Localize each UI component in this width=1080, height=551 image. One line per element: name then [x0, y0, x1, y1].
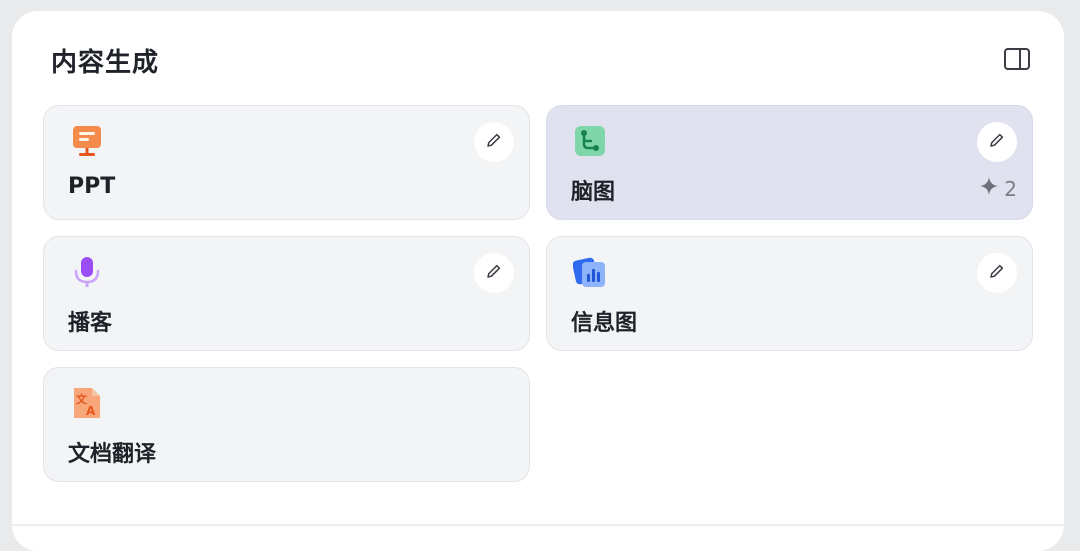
card-label: 信息图: [571, 311, 638, 336]
edit-button[interactable]: [977, 253, 1017, 293]
edit-button[interactable]: [474, 253, 514, 293]
divider: [12, 524, 1064, 526]
badge-count: 2: [1004, 176, 1017, 201]
panel-title: 内容生成: [51, 48, 160, 78]
card-label: PPT: [68, 174, 116, 199]
sparkle-icon: [979, 176, 999, 201]
mindmap-icon: [573, 124, 607, 158]
pencil-icon: [988, 131, 1006, 153]
sidebar-panel-icon[interactable]: [1002, 44, 1032, 74]
card-document-translation[interactable]: 文 A 文档翻译: [43, 367, 530, 482]
content-generation-panel: 内容生成 PPT 脑图 2 播客 信息图 文 A 文档翻译: [12, 11, 1064, 551]
card-label: 播客: [68, 311, 113, 336]
card-mindmap[interactable]: 脑图 2: [546, 105, 1033, 220]
card-ppt[interactable]: PPT: [43, 105, 530, 220]
edit-button[interactable]: [977, 122, 1017, 162]
presentation-icon: [70, 124, 104, 158]
pencil-icon: [485, 131, 503, 153]
card-infographic[interactable]: 信息图: [546, 236, 1033, 351]
microphone-icon: [70, 255, 104, 289]
card-podcast[interactable]: 播客: [43, 236, 530, 351]
chart-icon: [572, 255, 607, 289]
svg-text:A: A: [86, 404, 96, 418]
card-label: 文档翻译: [68, 442, 157, 467]
translate-icon: 文 A: [70, 386, 104, 420]
generation-count-badge: 2: [979, 176, 1017, 201]
pencil-icon: [988, 262, 1006, 284]
pencil-icon: [485, 262, 503, 284]
edit-button[interactable]: [474, 122, 514, 162]
card-label: 脑图: [571, 180, 616, 205]
